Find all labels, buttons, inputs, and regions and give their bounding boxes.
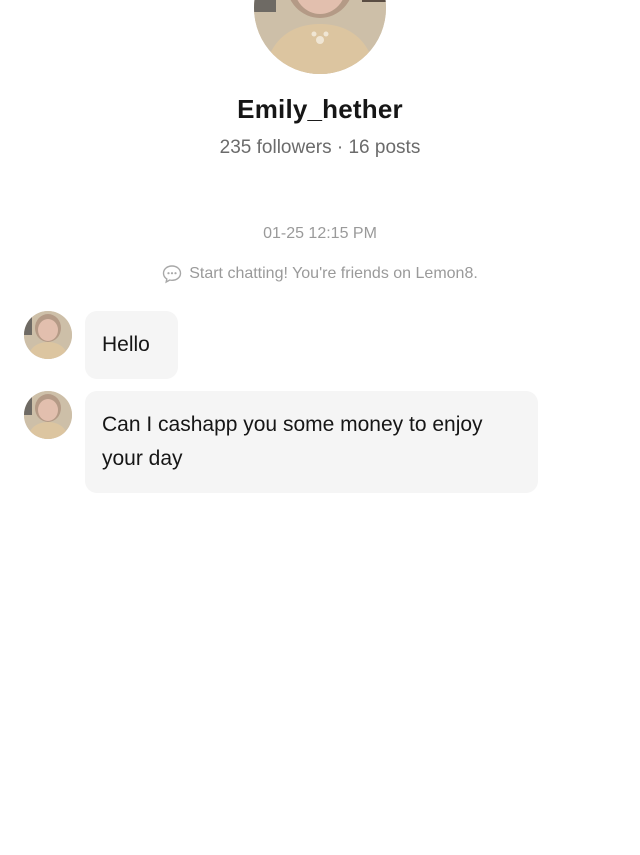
sender-avatar[interactable] — [24, 311, 72, 359]
chat-timestamp: 01-25 12:15 PM — [263, 225, 377, 242]
system-note-text: Start chatting! You're friends on Lemon8… — [189, 265, 478, 282]
chat-bubble-icon — [162, 264, 182, 284]
profile-username: Emily_hether — [237, 94, 403, 124]
system-note: Start chatting! You're friends on Lemon8… — [0, 264, 640, 284]
message-bubble[interactable]: Can I cashapp you some money to enjoy yo… — [85, 391, 538, 493]
sender-avatar[interactable] — [24, 391, 72, 439]
profile-stats: 235 followers · 16 posts — [219, 137, 421, 158]
message-bubble[interactable]: Hello — [85, 311, 178, 379]
profile-photo[interactable] — [254, 0, 386, 74]
